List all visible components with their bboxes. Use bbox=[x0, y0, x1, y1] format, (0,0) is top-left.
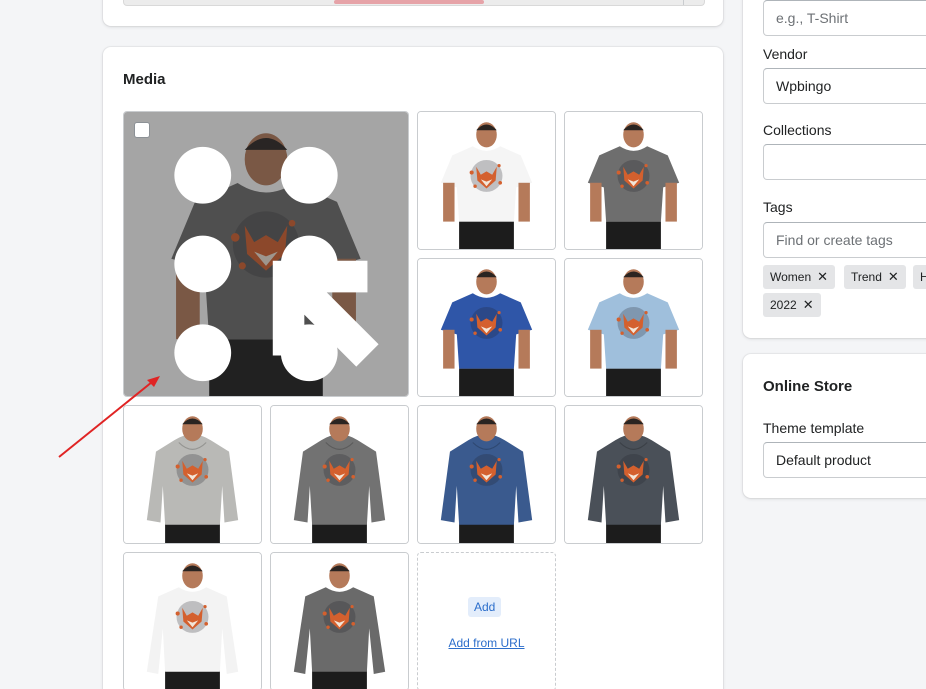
collections-label: Collections bbox=[763, 122, 832, 138]
hoodie-product-image bbox=[565, 406, 702, 543]
media-thumbnail[interactable] bbox=[564, 258, 703, 397]
media-thumbnail[interactable] bbox=[417, 405, 556, 544]
remove-tag-icon[interactable]: ✕ bbox=[817, 270, 828, 283]
tags-input[interactable]: Find or create tags bbox=[763, 222, 926, 258]
theme-template-label: Theme template bbox=[763, 420, 865, 436]
longsleeve-product-image bbox=[271, 553, 408, 689]
tag-label: Women bbox=[770, 270, 812, 284]
media-thumbnail[interactable] bbox=[417, 258, 556, 397]
remove-tag-icon[interactable]: ✕ bbox=[803, 298, 814, 311]
product-type-input[interactable]: e.g., T-Shirt bbox=[763, 0, 926, 36]
image-preview-strip bbox=[123, 0, 705, 6]
scroll-divider bbox=[683, 0, 684, 5]
collections-input[interactable] bbox=[763, 144, 926, 180]
tags-label: Tags bbox=[763, 199, 793, 215]
vendor-input[interactable]: Wpbingo bbox=[763, 68, 926, 104]
media-thumbnail[interactable] bbox=[564, 405, 703, 544]
tag-chip: H bbox=[913, 265, 926, 289]
tag-label: Trend bbox=[851, 270, 882, 284]
online-store-title: Online Store bbox=[763, 378, 853, 395]
add-media-button[interactable]: Add bbox=[468, 597, 502, 617]
theme-template-select[interactable]: Default product bbox=[763, 442, 926, 478]
media-card: Media Add Add from URL bbox=[103, 47, 723, 689]
tag-chip: Trend ✕ bbox=[844, 265, 906, 289]
online-store-card: Online Store Theme template Default prod… bbox=[743, 354, 926, 498]
hoodie-product-image bbox=[124, 406, 261, 543]
tshirt-product-image bbox=[418, 259, 555, 396]
media-thumbnail[interactable] bbox=[417, 111, 556, 250]
tag-label: H bbox=[920, 270, 926, 284]
media-title: Media bbox=[123, 71, 166, 88]
media-thumbnail[interactable] bbox=[123, 405, 262, 544]
add-from-url-link[interactable]: Add from URL bbox=[418, 636, 555, 650]
add-media-dropzone[interactable]: Add Add from URL bbox=[417, 552, 556, 689]
longsleeve-product-image bbox=[124, 553, 261, 689]
tshirt-product-image bbox=[418, 112, 555, 249]
hoodie-product-image bbox=[418, 406, 555, 543]
media-thumbnail[interactable] bbox=[123, 552, 262, 689]
tshirt-product-image bbox=[565, 259, 702, 396]
media-thumbnail-featured[interactable] bbox=[123, 111, 409, 397]
remove-tag-icon[interactable]: ✕ bbox=[888, 270, 899, 283]
hoodie-product-image bbox=[271, 406, 408, 543]
vendor-label: Vendor bbox=[763, 46, 808, 62]
previous-card bbox=[103, 0, 723, 26]
product-organization-card: e.g., T-Shirt Vendor Wpbingo Collections… bbox=[743, 0, 926, 338]
tag-label: 2022 bbox=[770, 298, 797, 312]
preview-highlight bbox=[334, 0, 484, 4]
tshirt-product-image bbox=[565, 112, 702, 249]
media-thumbnail[interactable] bbox=[564, 111, 703, 250]
expand-icon[interactable] bbox=[257, 245, 409, 397]
media-thumbnail[interactable] bbox=[270, 552, 409, 689]
tag-chip: 2022 ✕ bbox=[763, 293, 821, 317]
tag-chip: Women ✕ bbox=[763, 265, 836, 289]
media-thumbnail[interactable] bbox=[270, 405, 409, 544]
